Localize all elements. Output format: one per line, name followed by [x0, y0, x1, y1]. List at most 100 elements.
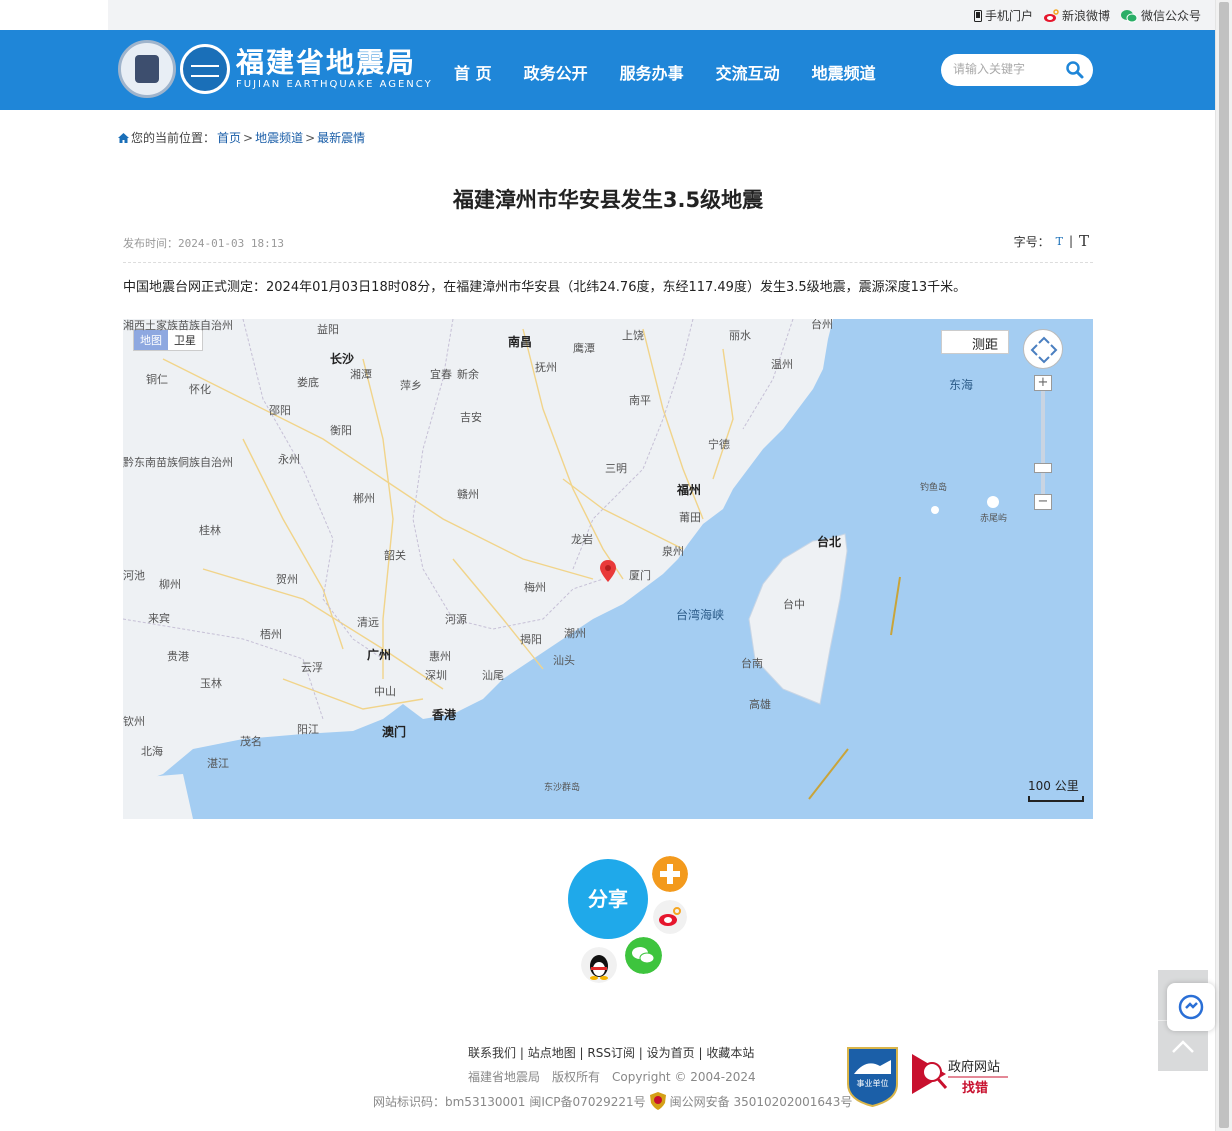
breadcrumb-separator: >	[243, 130, 254, 145]
icp-link[interactable]: 闽ICP备07029221号	[529, 1093, 645, 1110]
mobile-portal-link[interactable]: 手机门户	[973, 7, 1033, 24]
badge-error-action: 找错	[962, 1080, 988, 1096]
map-label: 丽水	[729, 329, 751, 342]
map-label: 抚州	[535, 361, 557, 374]
fjea-emblem-icon	[180, 44, 230, 94]
map-label: 湘西土家族苗族自治州	[123, 319, 233, 332]
accessibility-icon	[1178, 994, 1204, 1020]
police-badge-icon	[649, 1092, 666, 1110]
badge-public-label: 事业单位	[857, 1078, 889, 1088]
map-label: 中山	[374, 685, 396, 698]
map-label: 温州	[771, 358, 793, 371]
back-to-top-icon[interactable]	[1171, 1038, 1195, 1054]
share-weibo-icon[interactable]	[653, 900, 687, 934]
site-header: 福建省地震局 FUJIAN EARTHQUAKE AGENCY 首 页 政务公开…	[0, 30, 1215, 110]
map-label: 莆田	[679, 511, 701, 524]
map-label: 北海	[141, 745, 163, 758]
share-label: 分享	[588, 887, 628, 911]
scrollbar-thumb[interactable]	[1219, 2, 1229, 1128]
nav-services[interactable]: 服务办事	[604, 60, 700, 84]
map-label: 铜仁	[146, 373, 168, 386]
gov-website-error-report-badge[interactable]: 政府网站找错	[910, 1052, 1010, 1098]
map-label: 福州	[677, 483, 702, 497]
map-label: 赤尾屿	[980, 514, 1008, 524]
map-label: 广州	[367, 648, 392, 662]
map-label: 贵港	[167, 650, 189, 663]
font-small-button[interactable]: T	[1056, 235, 1063, 248]
footer-link-contact[interactable]: 联系我们	[468, 1046, 516, 1060]
badge-error-title: 政府网站	[948, 1060, 1000, 1075]
map-label: 宜春	[430, 368, 452, 381]
main-nav: 首 页 政务公开 服务办事 交流互动 地震频道	[438, 60, 892, 84]
footer-link-bookmark[interactable]: 收藏本站	[706, 1046, 754, 1060]
hainan-shore	[123, 774, 193, 819]
map-label: 新余	[457, 368, 479, 381]
map-type-satellite-button[interactable]: 卫星	[168, 330, 202, 350]
nav-home[interactable]: 首 页	[438, 60, 508, 84]
map-label: 河池	[123, 569, 145, 582]
map-label: 汕头	[553, 654, 575, 667]
share-wechat-icon[interactable]	[625, 937, 662, 974]
map-label: 清远	[357, 616, 379, 629]
map-label: 衡阳	[330, 424, 352, 437]
search-input[interactable]	[953, 62, 1063, 76]
nav-earthquake-channel[interactable]: 地震频道	[796, 60, 892, 84]
share-button[interactable]: 分享	[568, 859, 648, 939]
footer-link-rss[interactable]: RSS订阅	[587, 1046, 635, 1060]
map-label: 湛江	[207, 757, 229, 770]
measure-distance-button[interactable]: 测距	[941, 330, 1009, 354]
breadcrumb-home[interactable]: 首页	[217, 129, 241, 146]
map-label: 玉林	[200, 677, 222, 690]
map-label: 龙岩	[571, 533, 593, 546]
footer-link-sitemap[interactable]: 站点地图	[528, 1046, 576, 1060]
epicenter-map[interactable]: 地图 卫星 测距 + − 100 公里 湘西土家族苗族自治州 益阳 长沙 南昌 …	[123, 319, 1093, 819]
publish-time: 发布时间：2024-01-03 18:13	[123, 235, 284, 251]
nav-gov-affairs[interactable]: 政务公开	[508, 60, 604, 84]
site-logo[interactable]: 福建省地震局 FUJIAN EARTHQUAKE AGENCY	[118, 40, 433, 98]
zoom-track[interactable]	[1041, 391, 1045, 501]
chiwei-islet	[987, 496, 999, 508]
public-institution-badge-icon[interactable]: 事业单位	[846, 1044, 899, 1107]
breadcrumb-latest[interactable]: 最新震情	[317, 129, 365, 146]
epicenter-marker-icon[interactable]	[600, 560, 616, 582]
zoom-out-button[interactable]: −	[1034, 494, 1052, 510]
map-label: 鹰潭	[573, 342, 595, 355]
share-more-icon[interactable]	[652, 856, 688, 892]
breadcrumb-prefix: 您的当前位置：	[131, 131, 216, 145]
zoom-in-button[interactable]: +	[1034, 375, 1052, 391]
phone-icon	[973, 9, 982, 22]
map-label: 桂林	[199, 524, 221, 537]
nav-interaction[interactable]: 交流互动	[700, 60, 796, 84]
map-scale: 100 公里	[1028, 777, 1084, 802]
font-large-button[interactable]: T	[1079, 232, 1089, 250]
map-label: 娄底	[297, 376, 319, 389]
map-label: 南平	[629, 394, 651, 407]
map-pan-control[interactable]	[1023, 329, 1063, 369]
map-type-map-button[interactable]: 地图	[134, 330, 168, 350]
pan-arrows-icon	[1030, 336, 1058, 364]
publish-label: 发布时间：	[123, 237, 178, 250]
map-label: 香港	[432, 708, 457, 722]
map-label: 惠州	[429, 650, 451, 663]
footer-copyright: 福建省地震局 版权所有 Copyright © 2004-2024	[468, 1070, 756, 1084]
breadcrumb-channel[interactable]: 地震频道	[255, 129, 303, 146]
map-label: 长沙	[330, 352, 355, 366]
map-label: 柳州	[159, 578, 181, 591]
article-body: 中国地震台网正式测定：2024年01月03日18时08分，在福建漳州市华安县（北…	[123, 280, 967, 295]
share-qq-icon[interactable]	[581, 947, 617, 983]
police-record-link[interactable]: 闽公网安备 35010202001643号	[670, 1093, 853, 1110]
zoom-control: + −	[1034, 375, 1052, 513]
search-icon[interactable]	[1065, 60, 1085, 80]
accessibility-assistant-button[interactable]	[1167, 983, 1215, 1031]
footer-links: 联系我们 | 站点地图 | RSS订阅 | 设为首页 | 收藏本站	[468, 1046, 755, 1060]
zoom-slider-thumb[interactable]	[1034, 463, 1052, 473]
weibo-link[interactable]: 新浪微博	[1043, 7, 1110, 24]
page-scrollbar[interactable]	[1215, 0, 1232, 1131]
map-label: 益阳	[317, 323, 339, 336]
font-size-label: 字号：	[1013, 234, 1050, 249]
map-label: 揭阳	[520, 633, 542, 646]
wechat-link[interactable]: 微信公众号	[1120, 7, 1201, 24]
map-label: 郴州	[353, 492, 375, 505]
map-label: 梧州	[260, 628, 282, 641]
footer-link-homepage[interactable]: 设为首页	[647, 1046, 695, 1060]
